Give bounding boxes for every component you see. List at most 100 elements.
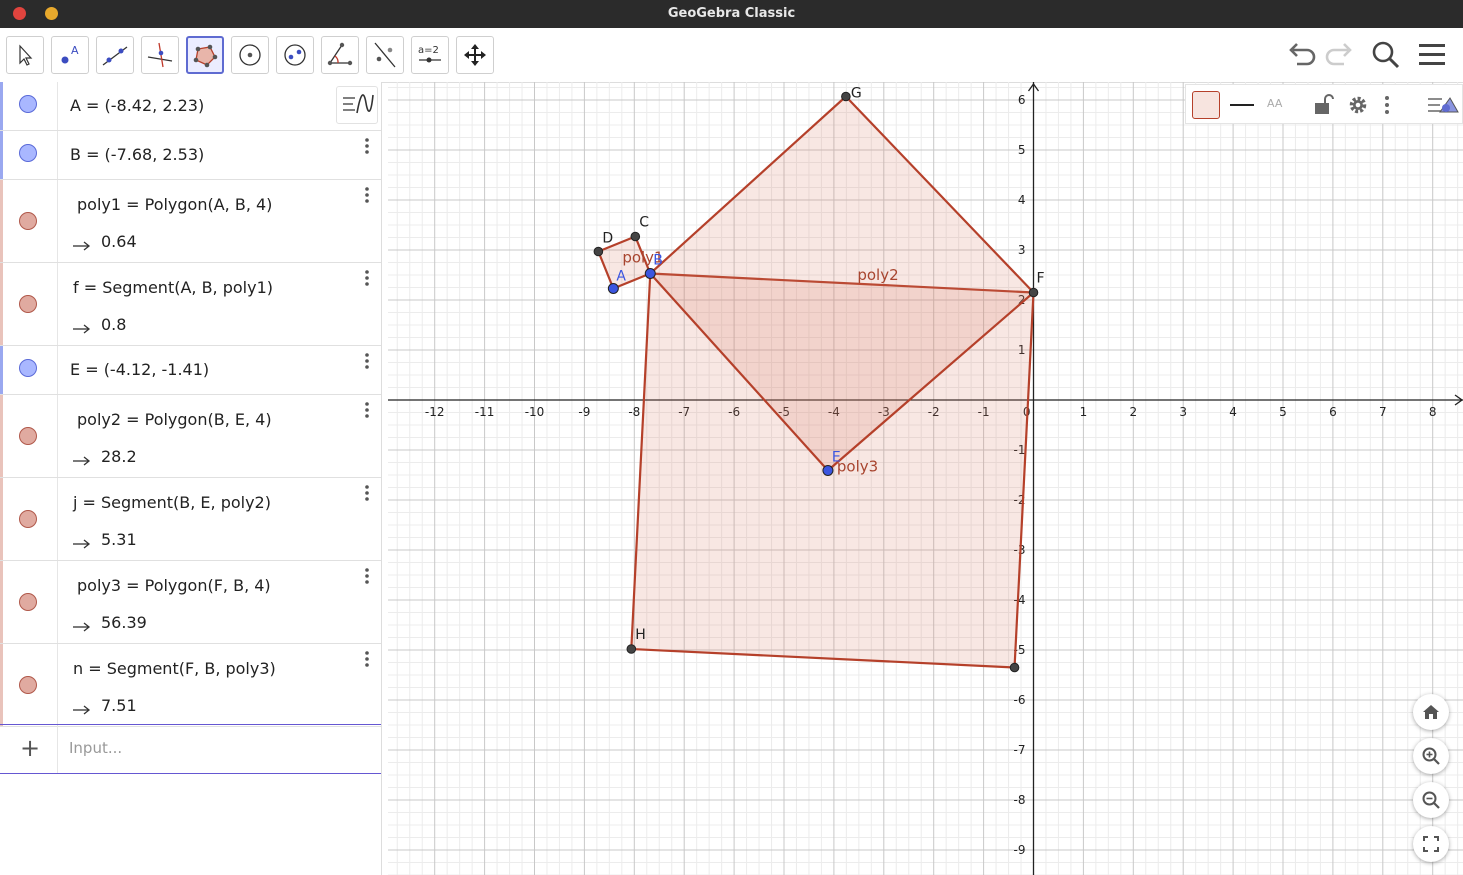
toggle-style-bar-button[interactable] <box>1426 90 1460 120</box>
point-label-b: B <box>653 253 663 269</box>
algebra-settings-button[interactable] <box>336 86 378 124</box>
algebra-item[interactable]: poly2 = Polygon(B, E, 4) 28.2 <box>0 395 381 478</box>
angle-tool[interactable] <box>321 36 359 74</box>
style-bar: AA <box>1185 84 1463 124</box>
visibility-toggle-icon[interactable] <box>19 144 37 162</box>
algebra-item-separator <box>57 644 58 726</box>
algebra-item[interactable]: j = Segment(B, E, poly2) 5.31 <box>0 478 381 561</box>
add-icon[interactable]: + <box>20 736 40 760</box>
main-menu-button[interactable] <box>1414 36 1452 74</box>
algebra-item-menu-icon[interactable] <box>360 183 374 207</box>
redo-button[interactable] <box>1320 36 1358 74</box>
undo-button[interactable] <box>1283 36 1321 74</box>
algebra-item[interactable]: A = (-8.42, 2.23) <box>0 82 381 131</box>
input-bar[interactable]: + Input... <box>0 724 381 774</box>
result-arrow-icon <box>73 451 91 466</box>
algebra-item-color-bar <box>0 478 3 560</box>
algebra-item-menu-icon[interactable] <box>360 134 374 158</box>
algebra-item-definition[interactable]: E = (-4.12, -1.41) <box>70 360 209 379</box>
algebra-item-definition[interactable]: j = Segment(B, E, poly2) <box>73 493 271 512</box>
point-d <box>593 246 604 257</box>
input-placeholder[interactable]: Input... <box>69 739 122 757</box>
visibility-toggle-icon[interactable] <box>19 359 37 377</box>
point-tool[interactable]: A <box>51 36 89 74</box>
polygon-tool[interactable] <box>186 36 224 74</box>
move-tool[interactable] <box>6 36 44 74</box>
algebra-item-definition[interactable]: n = Segment(F, B, poly3) <box>73 659 276 678</box>
point-label-h: H <box>635 627 646 643</box>
algebra-item[interactable]: B = (-7.68, 2.53) <box>0 131 381 180</box>
algebra-item-color-bar <box>0 644 3 726</box>
graphics-view[interactable]: -12 -11 -10 -9 -8 -7 -6 -5 -4 -3 -2 -1 0 1 2 3 4 5 6 7 8 6 5 4 3… <box>388 82 1463 875</box>
x-tick-label: 6 <box>1329 405 1337 419</box>
lock-button[interactable] <box>1308 90 1338 120</box>
perpendicular-line-tool[interactable] <box>141 36 179 74</box>
fullscreen-button[interactable] <box>1413 826 1449 862</box>
algebra-item-definition[interactable]: f = Segment(A, B, poly1) <box>73 278 273 297</box>
home-view-button[interactable] <box>1413 694 1449 730</box>
algebra-item-definition[interactable]: poly3 = Polygon(F, B, 4) <box>77 576 271 595</box>
x-tick-label: 1 <box>1080 405 1088 419</box>
zoom-out-button[interactable] <box>1413 782 1449 818</box>
more-options-button[interactable] <box>1379 90 1395 120</box>
algebra-item-menu-icon[interactable] <box>360 481 374 505</box>
graphics-style-icon <box>1428 97 1459 113</box>
algebra-item-menu-icon[interactable] <box>360 349 374 373</box>
result-arrow-icon <box>73 236 91 251</box>
move-graphics-tool[interactable] <box>456 36 494 74</box>
gear-icon <box>1349 96 1367 114</box>
line-tool[interactable] <box>96 36 134 74</box>
algebra-item-menu-icon[interactable] <box>360 564 374 588</box>
move-arrows-icon <box>464 44 486 66</box>
algebra-item[interactable]: n = Segment(F, B, poly3) 7.51 <box>0 644 381 727</box>
visibility-toggle-icon[interactable] <box>19 295 37 313</box>
text-size-icon: AA <box>1267 97 1283 110</box>
algebra-item[interactable]: poly1 = Polygon(A, B, 4) 0.64 <box>0 180 381 263</box>
visibility-toggle-icon[interactable] <box>19 510 37 528</box>
algebra-item-menu-icon[interactable] <box>360 398 374 422</box>
y-tick-label: 3 <box>1018 243 1026 257</box>
algebra-item-definition[interactable]: A = (-8.42, 2.23) <box>70 96 204 115</box>
visibility-toggle-icon[interactable] <box>19 212 37 230</box>
result-arrow-icon <box>73 617 91 632</box>
algebra-item-separator <box>57 263 58 345</box>
x-tick-label: -10 <box>525 405 545 419</box>
reflect-tool[interactable] <box>366 36 404 74</box>
settings-button[interactable] <box>1343 90 1373 120</box>
visibility-toggle-icon[interactable] <box>19 676 37 694</box>
circle-icon <box>239 44 261 66</box>
search-button[interactable] <box>1367 36 1405 74</box>
x-tick-label: 2 <box>1129 405 1137 419</box>
line-style-button[interactable] <box>1227 90 1257 120</box>
algebra-item-definition[interactable]: B = (-7.68, 2.53) <box>70 145 204 164</box>
x-tick-label: 8 <box>1429 405 1437 419</box>
algebra-item-value: 0.8 <box>101 315 127 334</box>
text-size-button[interactable]: AA <box>1263 90 1293 120</box>
algebra-item-color-bar <box>0 180 3 262</box>
algebra-item[interactable]: E = (-4.12, -1.41) <box>0 346 381 395</box>
algebra-item-menu-icon[interactable] <box>360 266 374 290</box>
visibility-toggle-icon[interactable] <box>19 427 37 445</box>
point-f <box>1028 287 1039 298</box>
visibility-toggle-icon[interactable] <box>19 593 37 611</box>
line-style-icon <box>1230 104 1254 106</box>
point-b <box>644 268 656 279</box>
circle-tool[interactable] <box>231 36 269 74</box>
zoom-in-button[interactable] <box>1413 738 1449 774</box>
result-arrow-icon <box>73 319 91 334</box>
algebra-item-definition[interactable]: poly1 = Polygon(A, B, 4) <box>77 195 272 214</box>
algebra-item-definition[interactable]: poly2 = Polygon(B, E, 4) <box>77 410 272 429</box>
algebra-item-value: 5.31 <box>101 530 137 549</box>
algebra-item-menu-icon[interactable] <box>360 647 374 671</box>
fill-color-button[interactable] <box>1191 90 1221 120</box>
visibility-toggle-icon[interactable] <box>19 95 37 113</box>
algebra-item[interactable]: f = Segment(A, B, poly1) 0.8 <box>0 263 381 346</box>
algebra-item[interactable]: poly3 = Polygon(F, B, 4) 56.39 <box>0 561 381 644</box>
x-tick-label: 7 <box>1379 405 1387 419</box>
y-tick-label: -8 <box>1014 793 1026 807</box>
slider-tool[interactable]: a=2 <box>411 36 449 74</box>
ellipse-tool[interactable] <box>276 36 314 74</box>
point-label-c: C <box>639 215 649 231</box>
graphics-canvas[interactable]: -12 -11 -10 -9 -8 -7 -6 -5 -4 -3 -2 -1 0 1 2 3 4 5 6 7 86543… <box>388 82 1463 875</box>
point-c <box>630 231 641 242</box>
